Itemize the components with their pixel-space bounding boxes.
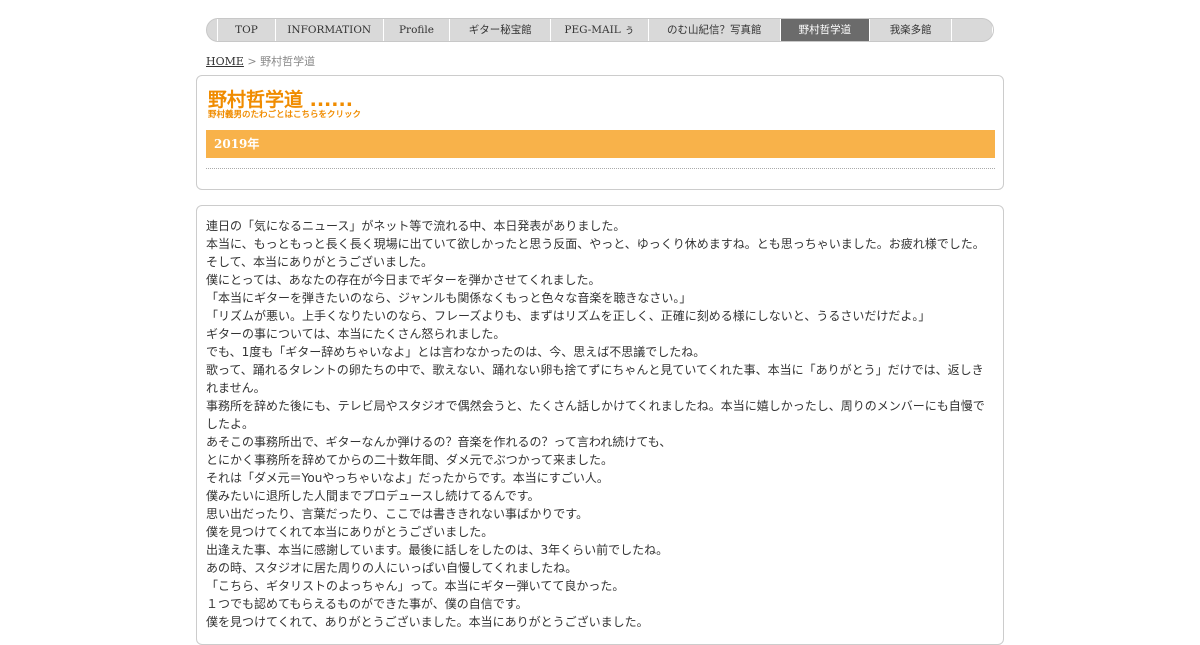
article-line: １つでも認めてもらえるものができた事が、僕の自信です。 bbox=[206, 597, 528, 611]
article-line: 連日の「気になるニュース」がネット等で流れる中、本日発表がありました。 bbox=[206, 219, 626, 233]
breadcrumb: HOME > 野村哲学道 bbox=[206, 53, 315, 69]
breadcrumb-current: 野村哲学道 bbox=[260, 55, 316, 68]
nav-item-information[interactable]: INFORMATION bbox=[276, 19, 384, 41]
article-line: 歌って、踊れるタレントの卵たちの中で、歌えない、踊れない卵も捨てずにちゃんと見て… bbox=[206, 363, 984, 395]
header-box: 野村哲学道 ...... 野村義男のたわごとはこちらをクリック 2019年 bbox=[196, 75, 1004, 190]
article-line: それは「ダメ元＝Youやっちゃいなよ」だったからです。本当にすごい人。 bbox=[206, 471, 609, 485]
nav-item-spacer bbox=[952, 19, 993, 41]
nav-item-profile[interactable]: Profile bbox=[384, 19, 451, 41]
article-line: でも、1度も「ギター辞めちゃいなよ」とは言わなかったのは、今、思えば不思議でした… bbox=[206, 345, 706, 359]
article-line: 僕を見つけてくれて本当にありがとうございました。 bbox=[206, 525, 494, 539]
article-line: あそこの事務所出で、ギターなんか弾けるの？音楽を作れるの？って言われ続けても、 bbox=[206, 435, 672, 449]
article-body: 連日の「気になるニュース」がネット等で流れる中、本日発表がありました。本当に、も… bbox=[206, 217, 988, 631]
nav-item-peg-mail[interactable]: PEG-MAIL ぅ bbox=[551, 19, 649, 41]
page-subtitle-link[interactable]: 野村義男のたわごとはこちらをクリック bbox=[208, 108, 361, 120]
nav-item-top[interactable]: TOP bbox=[217, 19, 276, 41]
dotted-divider bbox=[206, 168, 995, 169]
nav-item-guitar-museum[interactable]: ギター秘宝館 bbox=[450, 19, 552, 41]
article-line: 僕を見つけてくれて、ありがとうございました。本当にありがとうございました。 bbox=[206, 615, 649, 629]
article-line: 本当に、もっともっと長く長く現場に出ていて欲しかったと思う反面、やっと、ゆっくり… bbox=[206, 237, 985, 251]
global-nav: TOP INFORMATION Profile ギター秘宝館 PEG-MAIL … bbox=[206, 18, 994, 42]
article-line: とにかく事務所を辞めてからの二十数年間、ダメ元でぶつかって来ました。 bbox=[206, 453, 614, 467]
article-line: 「リズムが悪い。上手くなりたいのなら、フレーズよりも、まずはリズムを正しく、正確… bbox=[206, 309, 931, 323]
article-box: 連日の「気になるニュース」がネット等で流れる中、本日発表がありました。本当に、も… bbox=[196, 205, 1004, 645]
article-line: 思い出だったり、言葉だったり、ここでは書ききれない事ばかりです。 bbox=[206, 507, 589, 521]
breadcrumb-home-link[interactable]: HOME bbox=[206, 55, 244, 68]
article-line: 出逢えた事、本当に感謝しています。最後に話しをしたのは、3年くらい前でしたね。 bbox=[206, 543, 669, 557]
article-line: 僕にとっては、あなたの存在が今日までギターを弾かさせてくれました。 bbox=[206, 273, 601, 287]
article-line: ギターの事については、本当にたくさん怒られました。 bbox=[206, 327, 506, 341]
article-line: 「こちら、ギタリストのよっちゃん」って。本当にギター弾いてて良かった。 bbox=[206, 579, 625, 593]
nav-item-philosophy[interactable]: 野村哲学道 bbox=[780, 19, 871, 41]
article-line: 「本当にギターを弾きたいのなら、ジャンルも関係なくもっと色々な音楽を聴きなさい。… bbox=[206, 291, 692, 305]
article-line: あの時、スタジオに居た周りの人にいっぱい自慢してくれましたね。 bbox=[206, 561, 578, 575]
article-line: 事務所を辞めた後にも、テレビ局やスタジオで偶然会うと、たくさん話しかけてくれまし… bbox=[206, 399, 985, 431]
article-line: 僕みたいに退所した人間までプロデュースし続けてるんです。 bbox=[206, 489, 540, 503]
year-heading: 2019年 bbox=[206, 130, 995, 158]
nav-item-photo-gallery[interactable]: のむ山紀信？写真館 bbox=[649, 19, 781, 41]
breadcrumb-separator: > bbox=[247, 55, 257, 68]
article-line: そして、本当にありがとうございました。 bbox=[206, 255, 434, 269]
nav-item-garakuta[interactable]: 我楽多館 bbox=[870, 19, 953, 41]
